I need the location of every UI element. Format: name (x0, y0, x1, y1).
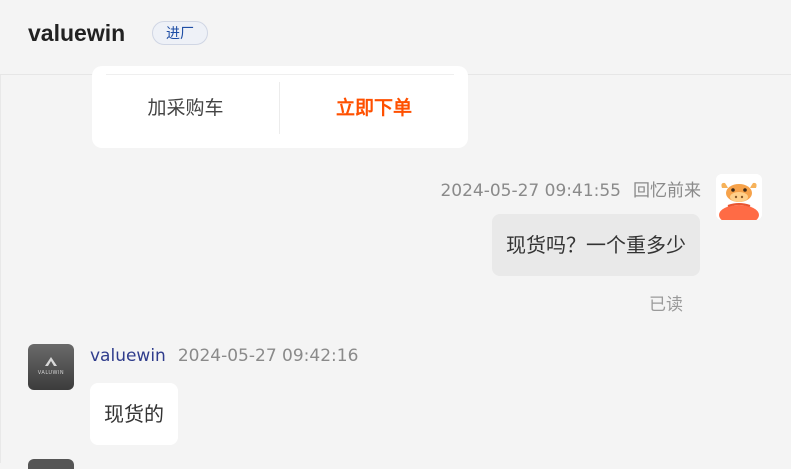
valuewin-logo-avatar-icon (45, 357, 57, 366)
shop-name[interactable]: valuewin (28, 20, 125, 47)
cartoon-ox-avatar-icon (716, 174, 762, 220)
shop-badge[interactable]: 进厂 (152, 21, 208, 45)
divider (106, 74, 454, 75)
sender-name[interactable]: valuewin (90, 346, 166, 366)
avatar-logo-text: VALUWIN (37, 370, 65, 376)
shop-avatar[interactable]: VALUWIN (28, 344, 74, 390)
message-time: 2024-05-27 09:42:16 (177, 346, 359, 366)
read-status: 已读 (649, 295, 683, 315)
avatar (28, 459, 74, 469)
order-now-button[interactable]: 立即下单 (280, 88, 468, 128)
sender-name: 回忆前来 (633, 181, 701, 201)
message-meta: valuewin 2024-05-27 09:42:16 (90, 346, 358, 366)
add-to-cart-button[interactable]: 加采购车 (92, 88, 279, 128)
message-bubble[interactable]: 现货吗？一个重多少 (492, 214, 700, 276)
product-card: 加采购车 立即下单 (92, 66, 468, 148)
divider (0, 75, 1, 463)
user-avatar[interactable] (716, 174, 762, 220)
message-meta: 2024-05-27 09:41:55 回忆前来 (440, 176, 701, 201)
message-bubble[interactable]: 现货的 (90, 383, 178, 445)
message-time: 2024-05-27 09:41:55 (440, 181, 621, 201)
chat-header: valuewin 进厂 (0, 0, 791, 75)
